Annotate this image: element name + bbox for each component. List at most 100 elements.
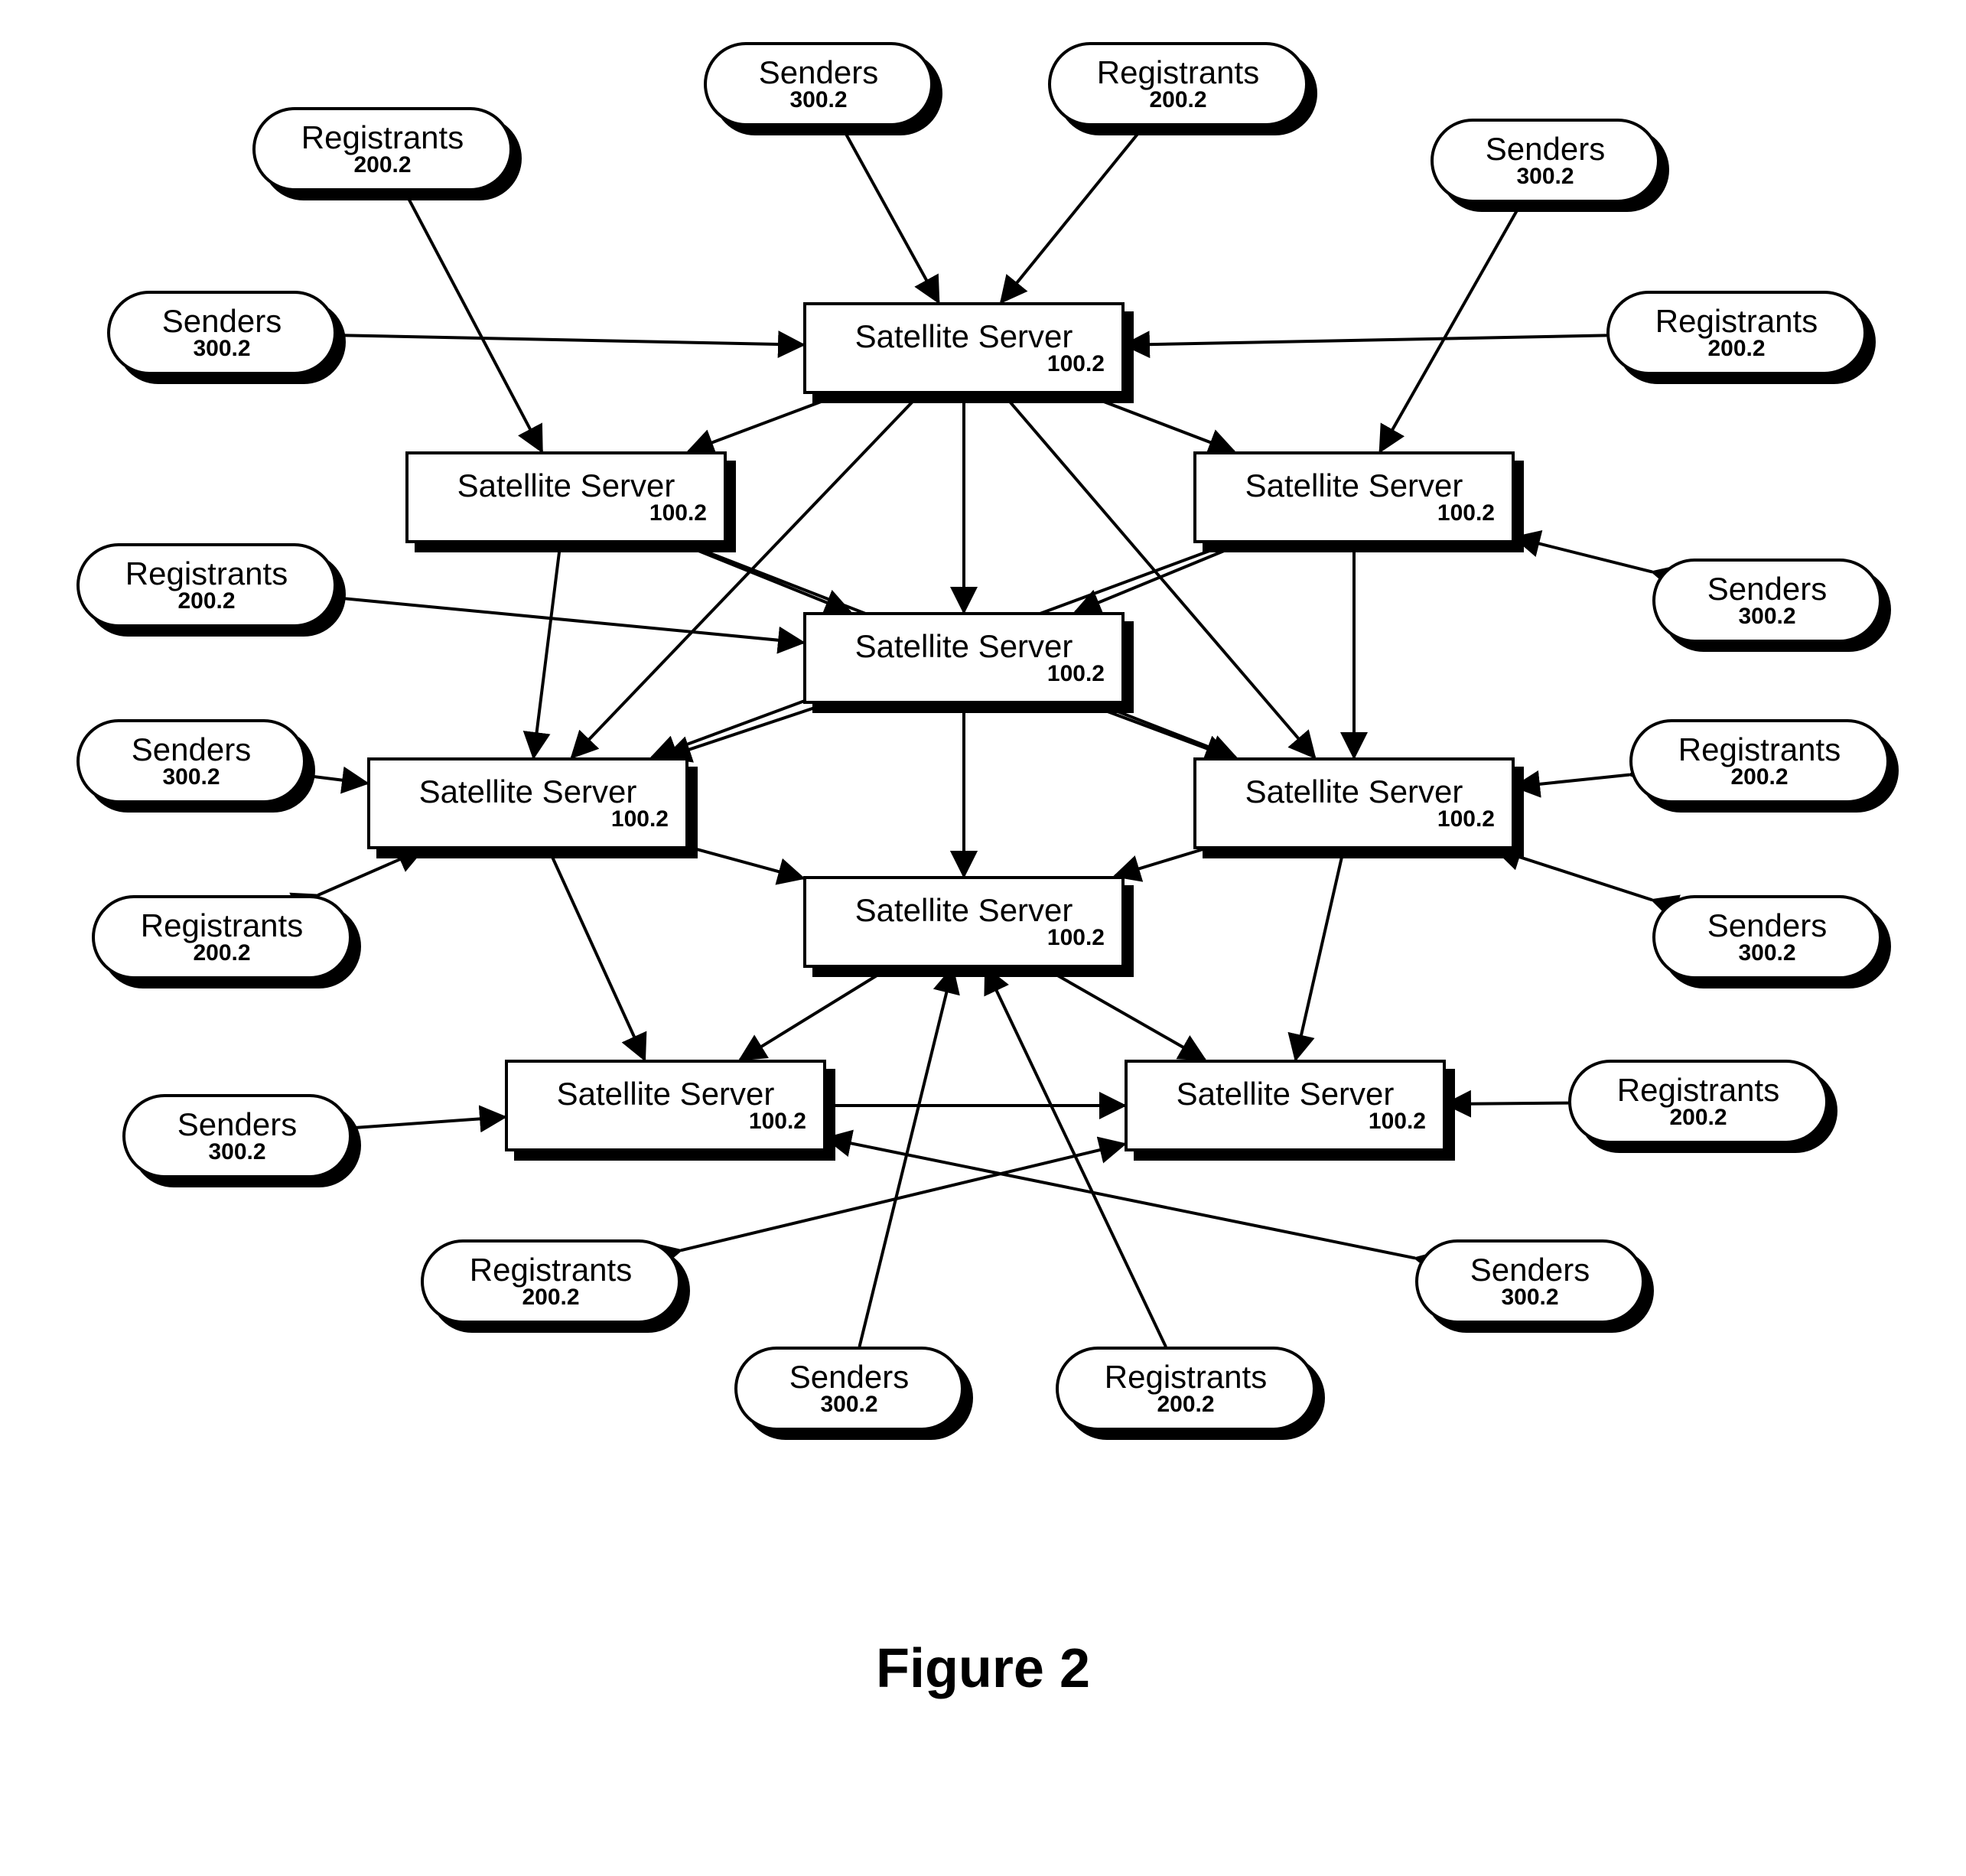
registrants-node: Registrants200.2 (92, 895, 352, 979)
edge (1044, 968, 1205, 1060)
node-title: Satellite Server (855, 894, 1073, 927)
node-subtitle: 100.2 (749, 1109, 814, 1134)
edge (405, 191, 542, 451)
node-subtitle: 200.2 (1157, 1392, 1214, 1417)
edge (680, 543, 851, 612)
node-title: Senders (1470, 1253, 1590, 1287)
node-title: Satellite Server (419, 775, 637, 809)
node-subtitle: 100.2 (1437, 807, 1502, 832)
edge (1076, 543, 1243, 612)
server-node: Satellite Server100.2 (803, 876, 1125, 968)
node-title: Registrants (1678, 733, 1841, 767)
node-title: Satellite Server (855, 320, 1073, 353)
edge (1446, 1103, 1568, 1104)
senders-node: Senders300.2 (1652, 895, 1882, 979)
node-subtitle: 200.2 (353, 153, 411, 178)
edge (337, 598, 803, 643)
node-subtitle: 100.2 (1369, 1109, 1434, 1134)
node-subtitle: 200.2 (1669, 1106, 1727, 1130)
edge (548, 849, 644, 1060)
node-title: Satellite Server (1245, 775, 1463, 809)
senders-node: Senders300.2 (76, 719, 306, 803)
senders-node: Senders300.2 (1415, 1239, 1645, 1324)
senders-node: Senders300.2 (107, 291, 337, 375)
edge (741, 968, 890, 1060)
node-subtitle: 300.2 (162, 765, 220, 790)
server-node: Satellite Server100.2 (803, 302, 1125, 394)
server-node: Satellite Server100.2 (1125, 1060, 1446, 1151)
node-subtitle: 100.2 (1047, 352, 1112, 376)
node-title: Satellite Server (557, 1077, 775, 1111)
node-title: Senders (162, 305, 282, 338)
senders-node: Senders300.2 (1652, 559, 1882, 643)
node-title: Senders (789, 1360, 909, 1394)
node-subtitle: 300.2 (193, 337, 250, 361)
node-subtitle: 200.2 (522, 1285, 579, 1310)
edge (860, 968, 953, 1347)
registrants-node: Registrants200.2 (1056, 1347, 1316, 1431)
node-title: Senders (132, 733, 251, 767)
server-node: Satellite Server100.2 (367, 757, 688, 849)
edge (1515, 538, 1652, 572)
senders-node: Senders300.2 (1431, 119, 1660, 203)
node-subtitle: 100.2 (1047, 662, 1112, 686)
server-node: Satellite Server100.2 (505, 1060, 826, 1151)
senders-node: Senders300.2 (704, 42, 933, 126)
registrants-node: Registrants200.2 (76, 543, 337, 627)
node-subtitle: 200.2 (193, 941, 250, 966)
node-subtitle: 300.2 (1738, 604, 1795, 629)
node-title: Registrants (1097, 56, 1259, 90)
edge (534, 543, 561, 757)
node-title: Senders (177, 1108, 297, 1142)
edge (688, 847, 803, 878)
edge (666, 704, 826, 757)
node-title: Registrants (470, 1253, 632, 1287)
edge (337, 335, 803, 345)
node-subtitle: 300.2 (789, 88, 847, 112)
node-title: Satellite Server (1245, 469, 1463, 503)
registrants-node: Registrants200.2 (1568, 1060, 1828, 1144)
node-title: Registrants (1655, 305, 1818, 338)
registrants-node: Registrants200.2 (421, 1239, 681, 1324)
node-subtitle: 300.2 (1501, 1285, 1558, 1310)
server-node: Satellite Server100.2 (1193, 757, 1515, 849)
node-title: Satellite Server (1177, 1077, 1395, 1111)
node-subtitle: 200.2 (1707, 337, 1765, 361)
registrants-node: Registrants200.2 (1048, 42, 1308, 126)
server-node: Satellite Server100.2 (803, 612, 1125, 704)
figure-caption: Figure 2 (0, 1637, 1966, 1700)
node-title: Satellite Server (855, 630, 1073, 663)
node-title: Registrants (141, 909, 303, 943)
node-subtitle: 100.2 (1437, 501, 1502, 526)
node-title: Senders (759, 56, 878, 90)
registrants-node: Registrants200.2 (1606, 291, 1867, 375)
node-title: Senders (1486, 132, 1605, 166)
edge (1115, 849, 1203, 876)
node-title: Registrants (1617, 1073, 1779, 1107)
edge (1380, 203, 1522, 451)
edge (1125, 335, 1606, 344)
node-title: Senders (1707, 572, 1827, 606)
edge (1515, 775, 1629, 787)
node-subtitle: 100.2 (1047, 926, 1112, 950)
node-title: Registrants (1105, 1360, 1267, 1394)
node-title: Satellite Server (457, 469, 675, 503)
edge (841, 126, 939, 302)
registrants-node: Registrants200.2 (252, 107, 513, 191)
node-subtitle: 100.2 (611, 807, 676, 832)
diagram-canvas: Satellite Server100.2Satellite Server100… (0, 0, 1966, 1876)
edge (306, 776, 367, 783)
node-subtitle: 300.2 (208, 1140, 265, 1164)
senders-node: Senders300.2 (122, 1094, 352, 1178)
node-title: Registrants (301, 121, 464, 155)
node-title: Registrants (125, 557, 288, 591)
node-title: Senders (1707, 909, 1827, 943)
edge (1001, 126, 1144, 302)
server-node: Satellite Server100.2 (405, 451, 727, 543)
edge (1296, 849, 1344, 1060)
node-subtitle: 300.2 (820, 1392, 877, 1417)
edge (352, 1117, 505, 1128)
node-subtitle: 100.2 (649, 501, 714, 526)
node-subtitle: 300.2 (1738, 941, 1795, 966)
registrants-node: Registrants200.2 (1629, 719, 1890, 803)
